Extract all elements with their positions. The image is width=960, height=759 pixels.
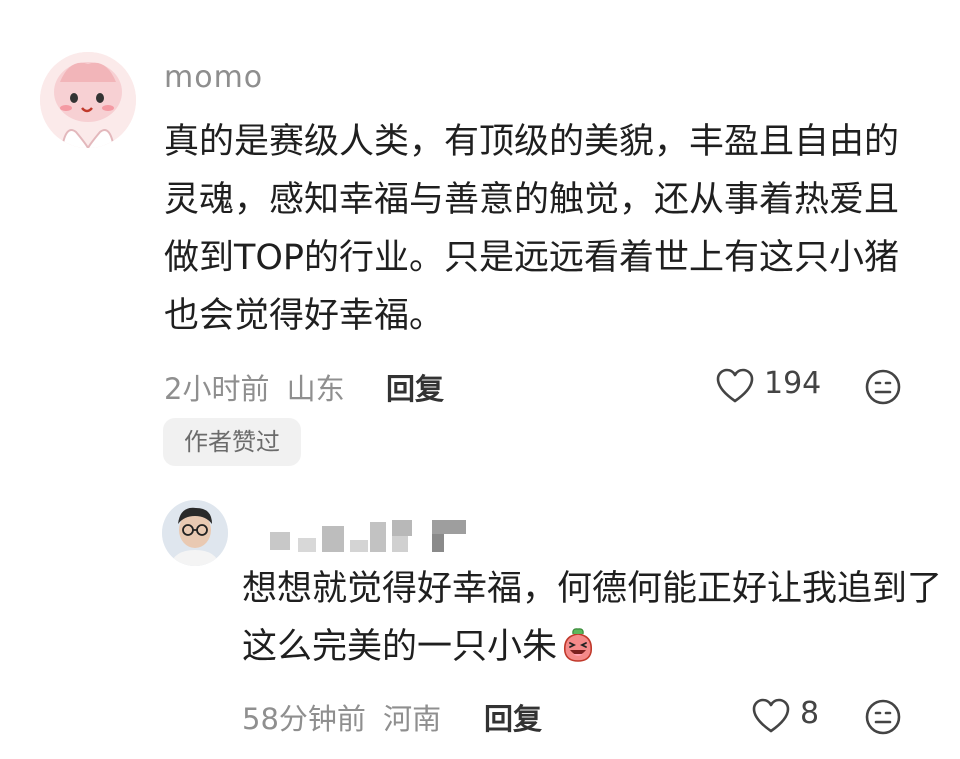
- person-photo-avatar-icon: [162, 500, 228, 566]
- heart-outline-icon[interactable]: [752, 698, 790, 734]
- like-count: 194: [764, 366, 822, 401]
- reply-like-count: 8: [800, 696, 820, 731]
- commenter-avatar[interactable]: [40, 52, 136, 148]
- commenter-username[interactable]: momo: [164, 60, 263, 95]
- reply-avatar[interactable]: [162, 500, 228, 566]
- reply-timestamp: 58分钟前: [242, 702, 366, 736]
- cute-blob-avatar-icon: [40, 52, 136, 148]
- smiley-face-icon[interactable]: [864, 368, 902, 406]
- reply-to-reply-button[interactable]: 回复: [484, 696, 542, 738]
- comment-location: 山东: [286, 372, 345, 406]
- smiley-face-icon[interactable]: [864, 698, 902, 736]
- author-liked-tag: 作者赞过: [163, 418, 301, 466]
- reply-location: 河南: [383, 702, 442, 736]
- comment-text: 真的是赛级人类，有顶级的美貌，丰盈且自由的灵魂，感知幸福与善意的触觉，还从事着热…: [164, 122, 900, 336]
- laughing-pig-emoji: [563, 628, 593, 662]
- comment-time: 2小时前 山东: [164, 366, 345, 408]
- reply-text: 想想就觉得好幸福，何德何能正好让我追到了这么完美的一只小朱: [242, 560, 942, 676]
- comment-timestamp: 2小时前: [164, 372, 270, 406]
- heart-outline-icon[interactable]: [716, 368, 754, 404]
- reply-time: 58分钟前 河南: [242, 696, 441, 738]
- reply-button[interactable]: 回复: [386, 366, 444, 408]
- reply-username-blurred[interactable]: [270, 518, 470, 554]
